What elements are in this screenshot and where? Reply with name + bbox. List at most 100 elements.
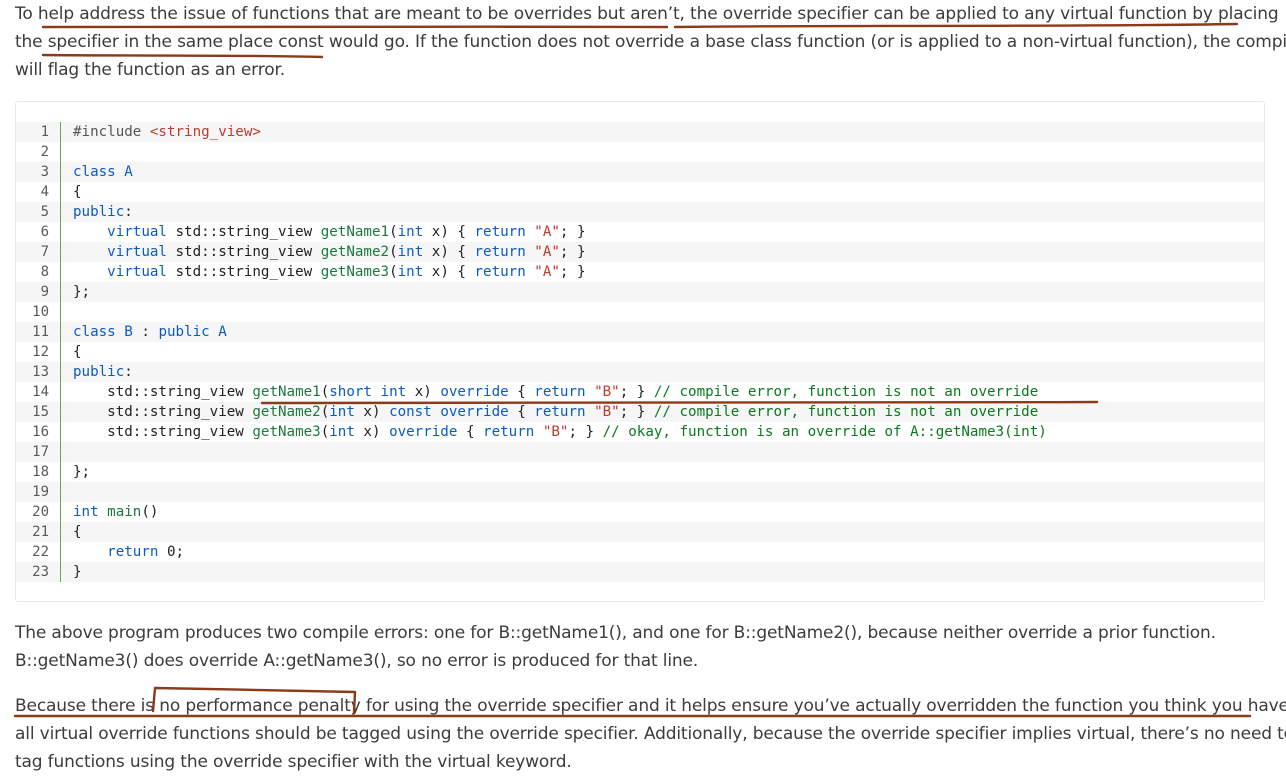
gutter-divider	[60, 422, 61, 442]
line-number: 14	[32, 384, 49, 400]
line-number: 18	[32, 464, 49, 480]
line-number: 10	[32, 304, 49, 320]
line-number: 4	[40, 184, 49, 200]
code-text: virtual std::string_view getName1(int x)…	[107, 224, 586, 240]
gutter-divider	[60, 302, 61, 322]
code-text: return 0;	[107, 544, 185, 560]
gutter-divider	[60, 322, 61, 342]
code-line: 7 virtual std::string_view getName2(int …	[16, 242, 1264, 262]
line-number: 20	[32, 504, 49, 520]
best-practice-line-3: tag functions using the override specifi…	[15, 752, 572, 772]
explanation-line-2: B::getName3() does override A::getName3(…	[15, 651, 699, 671]
best-practice-line-2: all virtual override functions should be…	[15, 724, 1286, 744]
code-text: class B : public A	[73, 324, 227, 340]
code-line: 1 #include <string_view>	[16, 122, 1264, 142]
gutter-divider	[60, 542, 61, 562]
line-number: 9	[40, 284, 49, 300]
code-text: public:	[73, 364, 133, 380]
line-number: 3	[40, 164, 49, 180]
line-number: 2	[40, 144, 49, 160]
code-text: int main()	[73, 504, 159, 520]
code-line: 22 return 0;	[16, 542, 1264, 562]
code-line: 11 class B : public A	[16, 322, 1264, 342]
code-text: virtual std::string_view getName3(int x)…	[107, 264, 586, 280]
code-line: 21 {	[16, 522, 1264, 542]
code-line: 6 virtual std::string_view getName1(int …	[16, 222, 1264, 242]
gutter-divider	[60, 382, 61, 402]
line-number: 6	[40, 224, 49, 240]
gutter-divider	[60, 342, 61, 362]
best-practice-paragraph: Because there is no performance penalty …	[15, 692, 1286, 776]
code-line: 18};	[16, 462, 1264, 482]
gutter-divider	[60, 202, 61, 222]
code-text: std::string_view getName1(short int x) o…	[73, 384, 1039, 400]
gutter-divider	[60, 122, 61, 142]
gutter-divider	[60, 402, 61, 422]
code-text: }	[73, 564, 82, 580]
code-line: 5 public:	[16, 202, 1264, 222]
gutter-divider	[60, 162, 61, 182]
line-number: 13	[32, 364, 49, 380]
line-number: 22	[32, 544, 49, 560]
gutter-divider	[60, 282, 61, 302]
explanation-paragraph: The above program produces two compile e…	[15, 619, 1273, 675]
gutter-divider	[60, 362, 61, 382]
line-number: 17	[32, 444, 49, 460]
code-text: public:	[73, 204, 133, 220]
code-line: 23}	[16, 562, 1264, 582]
gutter-divider	[60, 502, 61, 522]
gutter-divider	[60, 522, 61, 542]
gutter-divider	[60, 142, 61, 162]
code-line: 13 public:	[16, 362, 1264, 382]
line-number: 12	[32, 344, 49, 360]
line-number: 16	[32, 424, 49, 440]
gutter-divider	[60, 262, 61, 282]
gutter-divider	[60, 462, 61, 482]
gutter-divider	[60, 182, 61, 202]
gutter-divider	[60, 562, 61, 582]
best-practice-line-1: Because there is no performance penalty …	[15, 696, 1286, 716]
code-block: 1 #include <string_view> 2 3 class A 4{5 publi…	[15, 101, 1265, 602]
intro-line-1: To help address the issue of functions t…	[15, 4, 1279, 24]
line-number: 1	[40, 124, 49, 140]
line-number: 23	[32, 564, 49, 580]
code-text: std::string_view getName2(int x) const o…	[73, 404, 1039, 420]
code-line: 8 virtual std::string_view getName3(int …	[16, 262, 1264, 282]
code-lines: 1 #include <string_view> 2 3 class A 4{5 publi…	[16, 122, 1264, 582]
code-line: 17	[16, 442, 1264, 462]
code-line: 14 std::string_view getName1(short int x…	[16, 382, 1264, 402]
line-number: 8	[40, 264, 49, 280]
line-number: 19	[32, 484, 49, 500]
line-number: 7	[40, 244, 49, 260]
code-text: };	[73, 464, 91, 480]
explanation-line-1: The above program produces two compile e…	[15, 623, 1216, 643]
code-line: 12 {	[16, 342, 1264, 362]
gutter-divider	[60, 482, 61, 502]
code-line: 10	[16, 302, 1264, 322]
line-number: 21	[32, 524, 49, 540]
gutter-divider	[60, 222, 61, 242]
code-text: class A	[73, 164, 133, 180]
code-line: 9};	[16, 282, 1264, 302]
code-text: std::string_view getName3(int x) overrid…	[73, 424, 1047, 440]
code-text: };	[73, 284, 91, 300]
intro-line-2: the specifier in the same place const wo…	[15, 32, 1286, 52]
code-line: 16 std::string_view getName3(int x) over…	[16, 422, 1264, 442]
line-number: 11	[32, 324, 49, 340]
code-line: 2	[16, 142, 1264, 162]
line-number: 15	[32, 404, 49, 420]
code-text: {	[73, 344, 82, 360]
code-text: #include <string_view>	[73, 124, 261, 140]
line-number: 5	[40, 204, 49, 220]
code-line: 19	[16, 482, 1264, 502]
code-text: {	[73, 184, 82, 200]
code-line: 3 class A	[16, 162, 1264, 182]
intro-paragraph: To help address the issue of functions t…	[15, 0, 1286, 84]
code-line: 15 std::string_view getName2(int x) cons…	[16, 402, 1264, 422]
code-line: 4{	[16, 182, 1264, 202]
code-text: virtual std::string_view getName2(int x)…	[107, 244, 586, 260]
gutter-divider	[60, 242, 61, 262]
gutter-divider	[60, 442, 61, 462]
code-line: 20 int main()	[16, 502, 1264, 522]
code-text: {	[73, 524, 82, 540]
